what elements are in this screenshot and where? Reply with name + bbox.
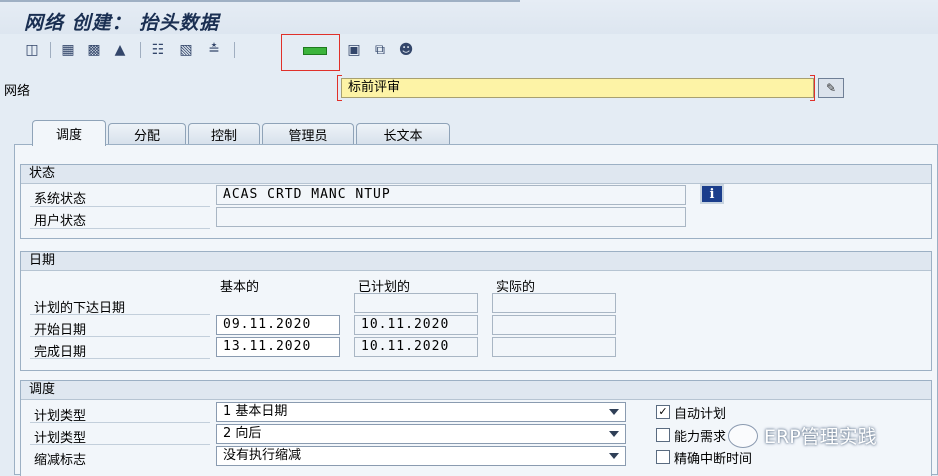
scheduling-type-value: 1 基本日期 — [223, 404, 288, 419]
scheduling-group-title: 调度 — [21, 381, 931, 400]
release-date-actual-field — [492, 293, 616, 313]
row-divider — [30, 444, 210, 445]
hierarchy-icon[interactable]: ▲ — [110, 41, 130, 59]
copy-icon[interactable]: ⧉ — [370, 41, 390, 59]
overview-icon[interactable]: ▦ — [58, 41, 78, 59]
tab-control[interactable]: 控制 — [188, 123, 260, 145]
row-divider — [30, 422, 210, 423]
table-icon[interactable]: ▩ — [84, 41, 104, 59]
start-date-basic-input[interactable]: 09.11.2020 — [216, 315, 340, 335]
relationships-icon[interactable]: ≛ — [204, 41, 224, 59]
chevron-down-icon[interactable] — [609, 409, 619, 415]
network-graphic-icon[interactable]: ☷ — [148, 41, 168, 59]
watermark: ERP管理实践 — [728, 422, 877, 449]
row-divider — [30, 358, 210, 359]
exact-break-times-checkbox[interactable] — [656, 450, 670, 464]
tab-scheduling[interactable]: 调度 — [32, 120, 106, 146]
component-icon[interactable]: ▧ — [176, 41, 196, 59]
finish-date-basic-input[interactable]: 13.11.2020 — [216, 337, 340, 357]
reduction-indicator-select[interactable]: 没有执行缩减 — [216, 446, 626, 466]
finish-date-actual-field — [492, 337, 616, 357]
header-data-icon[interactable] — [303, 47, 327, 55]
structure-icon[interactable]: ◫ — [22, 41, 42, 59]
reduction-indicator-label: 缩减标志 — [34, 453, 87, 468]
reduction-indicator-value: 没有执行缩减 — [223, 448, 302, 463]
user-status-field — [216, 207, 686, 227]
chevron-down-icon[interactable] — [609, 453, 619, 459]
network-label: 网络 — [4, 84, 31, 99]
row-divider — [30, 228, 210, 229]
row-divider — [30, 314, 210, 315]
system-status-field: ACAS CRTD MANC NTUP — [216, 185, 686, 205]
costing-icon[interactable]: ▣ — [344, 41, 364, 59]
tab-long-text[interactable]: 长文本 — [356, 123, 450, 145]
dates-group-title: 日期 — [21, 252, 931, 271]
page-title: 网络 创建： 抬头数据 — [24, 12, 220, 34]
release-date-planned-field — [354, 293, 478, 313]
system-status-label: 系统状态 — [34, 192, 87, 207]
network-description-input[interactable]: 标前评审 — [341, 78, 814, 98]
capacity-req-checkbox[interactable] — [656, 428, 670, 442]
edit-icon[interactable]: ✎ — [818, 78, 844, 98]
scheduling-direction-select[interactable]: 2 向后 — [216, 424, 626, 444]
title-divider — [0, 0, 520, 2]
highlight-bracket-right — [810, 75, 815, 101]
auto-schedule-label: 自动计划 — [674, 407, 727, 422]
status-group-title: 状态 — [21, 165, 931, 184]
watermark-text: ERP管理实践 — [764, 426, 877, 448]
toolbar-separator — [234, 42, 235, 58]
exact-break-times-label: 精确中断时间 — [674, 452, 753, 467]
user-icon[interactable]: ☻ — [396, 41, 416, 59]
scheduling-direction-value: 2 向后 — [223, 426, 262, 441]
toolbar-separator — [50, 42, 51, 58]
start-date-planned-field: 10.11.2020 — [354, 315, 478, 335]
row-divider — [30, 206, 210, 207]
tab-administrator[interactable]: 管理员 — [262, 123, 354, 145]
chevron-down-icon[interactable] — [609, 431, 619, 437]
wechat-icon — [728, 423, 758, 448]
capacity-req-label: 能力需求 — [674, 430, 727, 445]
user-status-label: 用户状态 — [34, 214, 87, 229]
auto-schedule-checkbox[interactable]: ✓ — [656, 405, 670, 419]
tab-assignment[interactable]: 分配 — [108, 123, 186, 145]
status-info-button[interactable]: i — [700, 184, 724, 204]
scheduling-type-select[interactable]: 1 基本日期 — [216, 402, 626, 422]
finish-date-planned-field: 10.11.2020 — [354, 337, 478, 357]
toolbar-separator — [140, 42, 141, 58]
start-date-actual-field — [492, 315, 616, 335]
col-basic-header: 基本的 — [220, 280, 260, 295]
row-divider — [30, 336, 210, 337]
